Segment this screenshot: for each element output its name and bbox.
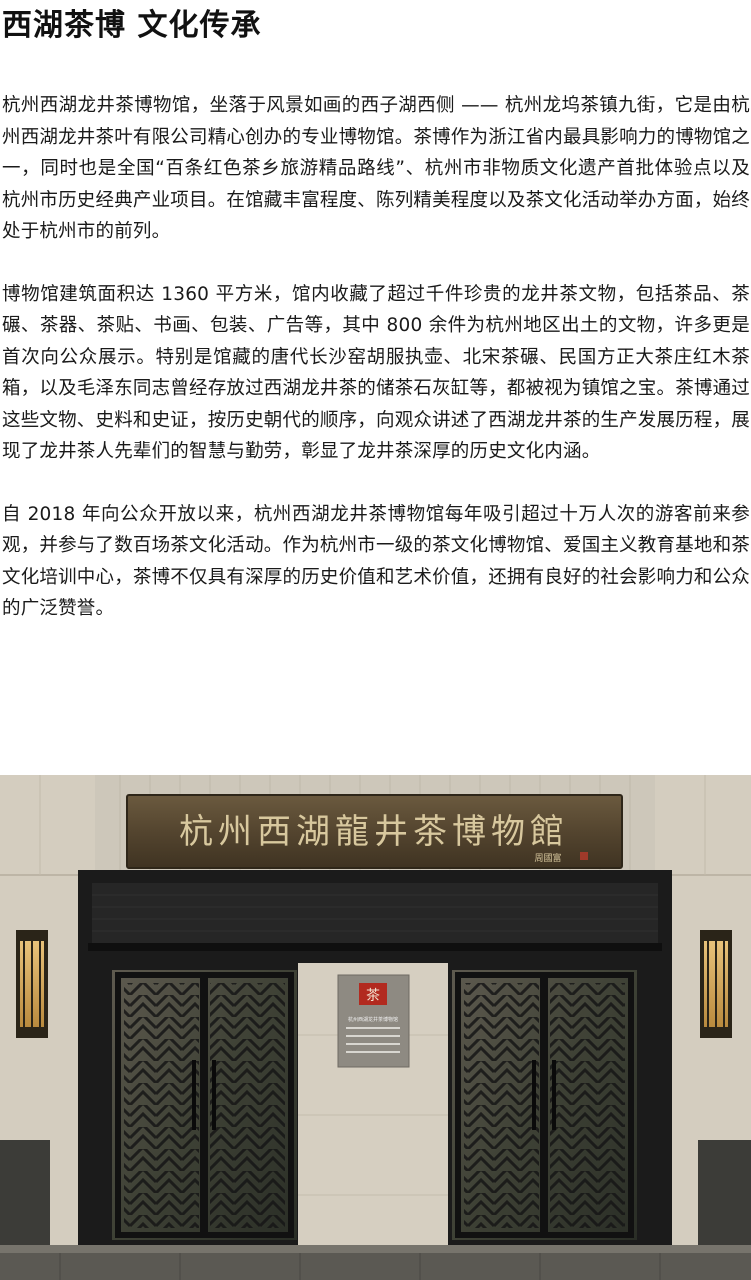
plaque-text: 杭州西湖龙井茶博物馆 [348, 1016, 398, 1023]
seal-mark [580, 852, 588, 860]
paragraph-intro: 杭州西湖龙井茶博物馆，坐落于风景如画的西子湖西侧 —— 杭州龙坞茶镇九街，它是由… [2, 95, 751, 242]
signboard-text: 杭州西湖龍井茶博物館 [179, 812, 569, 852]
museum-plaque: 茶 杭州西湖龙井茶博物馆 [337, 974, 410, 1068]
museum-entrance-photo: 杭州西湖龍井茶博物館 周國富 茶 杭州西湖龙井茶博物馆 [0, 775, 751, 1280]
paragraph-visitors: 自 2018 年向公众开放以来，杭州西湖龙井茶博物馆每年吸引超过十万人次的游客前… [2, 503, 751, 620]
article-body: 杭州西湖龙井茶博物馆，坐落于风景如画的西子湖西侧 —— 杭州龙坞茶镇九街，它是由… [2, 90, 750, 656]
left-glass-door [112, 970, 297, 1240]
museum-entrance-illustration: 杭州西湖龍井茶博物館 周國富 茶 杭州西湖龙井茶博物馆 [0, 775, 751, 1280]
signboard-signature: 周國富 [534, 852, 561, 864]
right-glass-door [452, 970, 637, 1240]
page-title: 西湖茶博 文化传承 [2, 8, 262, 43]
signboard: 杭州西湖龍井茶博物館 周國富 [126, 794, 623, 869]
svg-text:茶: 茶 [366, 988, 380, 1004]
right-wall-lamp [700, 930, 732, 1038]
left-wall-lamp [16, 930, 48, 1038]
paragraph-collection: 博物馆建筑面积达 1360 平方米，馆内收藏了超过千件珍贵的龙井茶文物，包括茶品… [2, 283, 751, 463]
